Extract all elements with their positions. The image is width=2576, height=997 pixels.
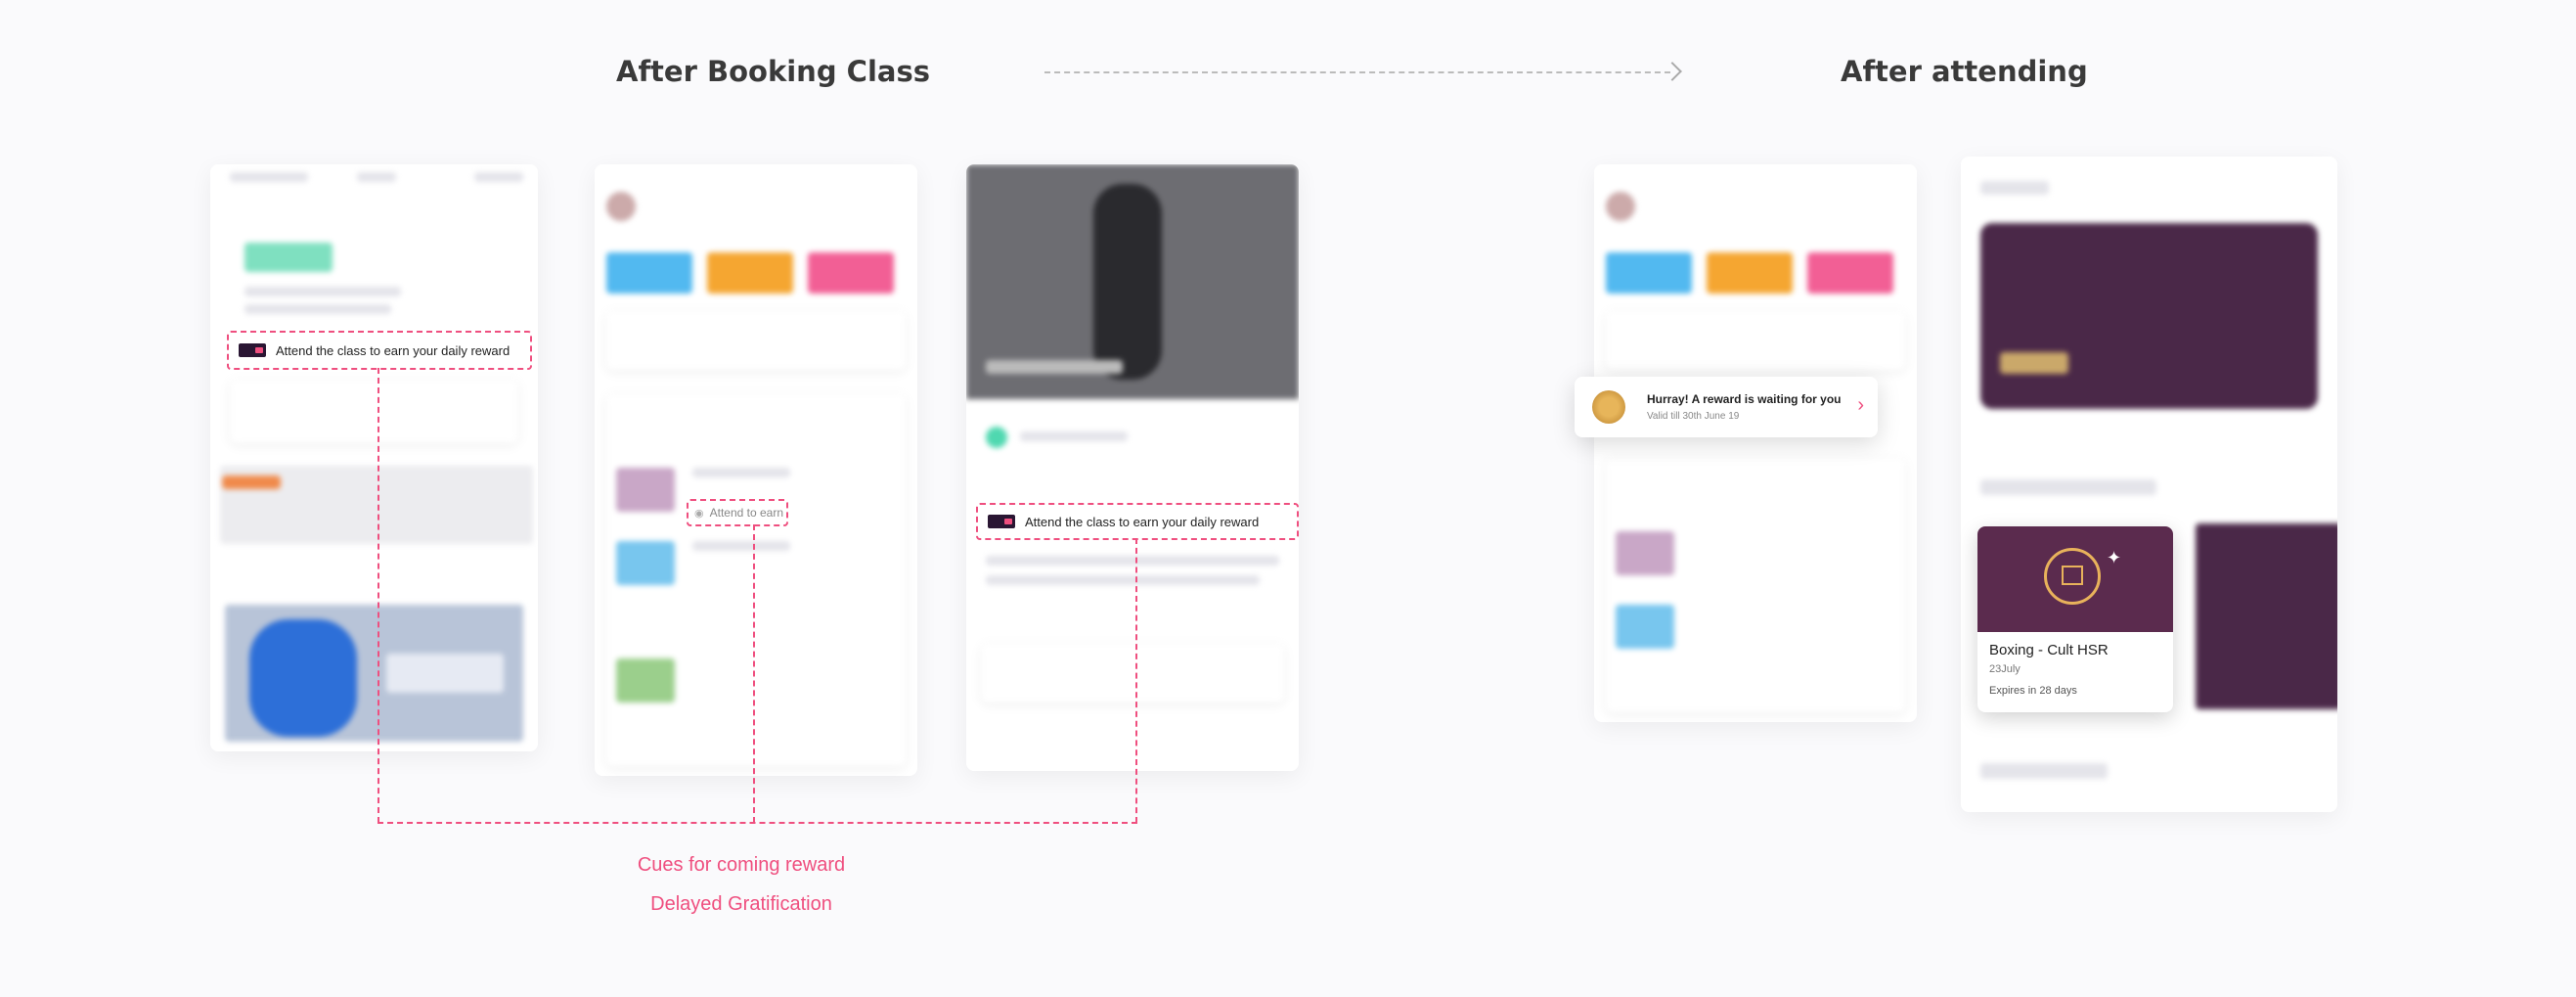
cult-logo-icon: [988, 515, 1015, 528]
connector-line: [1135, 538, 1137, 823]
phone-screen-home-after: [1594, 164, 1917, 722]
phone-screen-fitclub-rewards: [1961, 157, 2337, 812]
gift-icon: [2062, 566, 2083, 585]
connector-line: [378, 822, 1137, 824]
connector-line: [753, 524, 755, 823]
chevron-right-icon: ›: [1857, 394, 1864, 416]
caption-gratification: Delayed Gratification: [650, 893, 832, 915]
attend-reward-cue-text: Attend the class to earn your daily rewa…: [276, 342, 511, 358]
medal-small-icon: ◉: [694, 507, 704, 520]
reward-card-expiry: Expires in 28 days: [1989, 685, 2077, 697]
connector-line: [378, 368, 379, 823]
attend-to-earn-badge: ◉ Attend to earn: [687, 499, 788, 526]
reward-card-date: 23July: [1989, 663, 2021, 675]
medal-icon: [1592, 390, 1625, 424]
attend-reward-cue-detail: Attend the class to earn your daily rewa…: [976, 503, 1299, 540]
cult-logo-icon: [239, 343, 266, 357]
phone-screen-booking-confirmation: [210, 164, 538, 751]
after-booking-heading: After Booking Class: [616, 55, 930, 88]
sparkle-icon: ✦: [2107, 548, 2122, 567]
attend-to-earn-text: Attend to earn: [709, 506, 783, 520]
reward-card-banner: ✦: [1977, 526, 2173, 632]
caption-cues: Cues for coming reward: [637, 854, 846, 876]
reward-card[interactable]: ✦ Boxing - Cult HSR 23July Expires in 28…: [1977, 526, 2173, 712]
attend-reward-cue: Attend the class to earn your daily rewa…: [227, 331, 532, 370]
phone-screen-home: [595, 164, 917, 776]
toast-title: Hurray! A reward is waiting for you: [1647, 392, 1842, 406]
reward-waiting-toast[interactable]: Hurray! A reward is waiting for you Vali…: [1575, 377, 1878, 437]
phone-screen-class-detail: [966, 164, 1299, 771]
reward-card-title: Boxing - Cult HSR: [1989, 642, 2109, 658]
after-attending-heading: After attending: [1841, 55, 2088, 88]
toast-subtitle: Valid till 30th June 19: [1647, 411, 1740, 422]
attend-reward-cue-detail-text: Attend the class to earn your daily rewa…: [1025, 514, 1260, 529]
